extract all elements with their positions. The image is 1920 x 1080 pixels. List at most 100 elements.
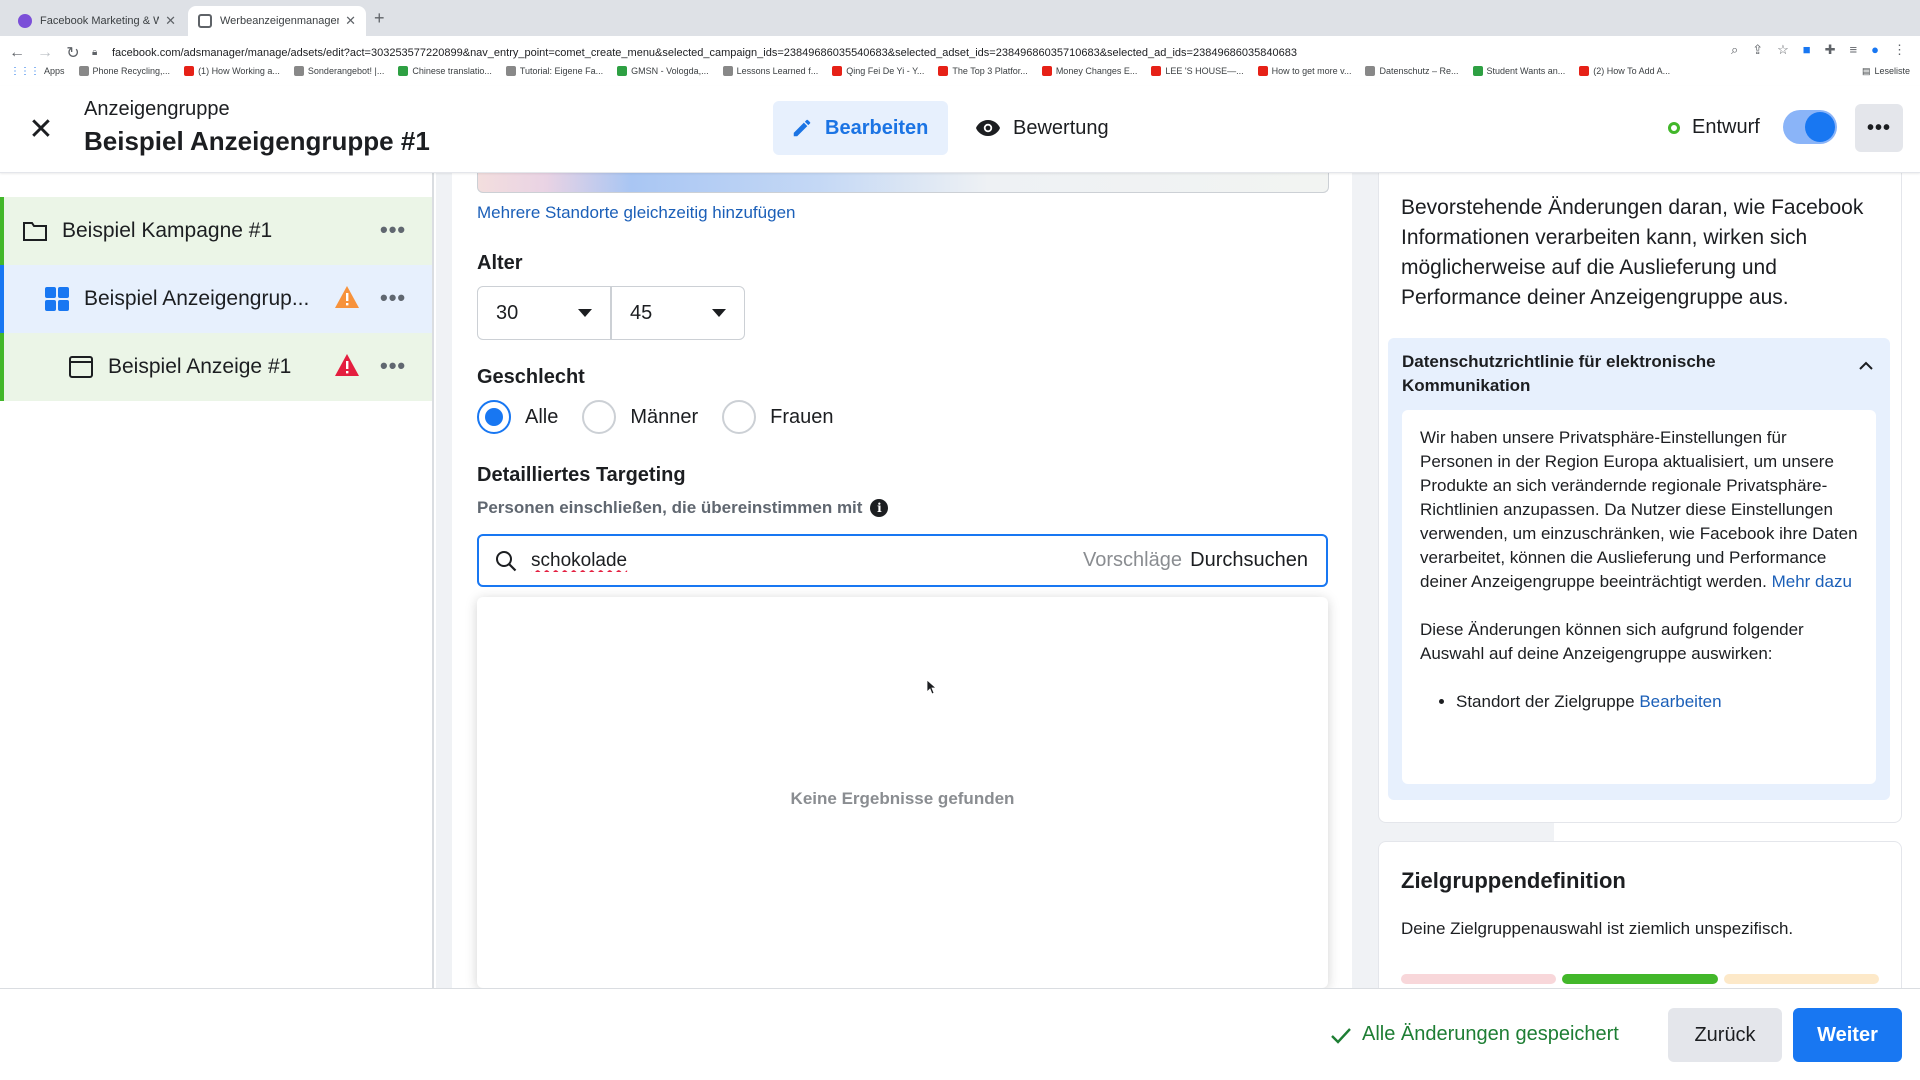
bookmark-item[interactable]: Lessons Learned f... bbox=[722, 66, 818, 76]
bookmark-icon bbox=[1472, 66, 1483, 76]
youtube-icon bbox=[1579, 66, 1590, 76]
more-dots-icon[interactable]: ••• bbox=[380, 285, 406, 311]
suggestions-tab[interactable]: Vorschläge bbox=[1083, 549, 1182, 572]
profile-avatar-icon[interactable]: ● bbox=[1871, 42, 1879, 58]
close-icon[interactable]: ✕ bbox=[26, 115, 56, 146]
bookmark-item[interactable]: Qing Fei De Yi - Y... bbox=[832, 66, 924, 76]
lock-icon: 🔒︎ bbox=[92, 47, 98, 58]
bookmark-item[interactable]: Chinese translatio... bbox=[398, 66, 492, 76]
extensions-puzzle-icon[interactable]: ✚ bbox=[1825, 42, 1836, 58]
browse-tab[interactable]: Durchsuchen bbox=[1190, 549, 1308, 572]
bookmark-label: Leseliste bbox=[1874, 66, 1910, 76]
bookmark-item[interactable]: (1) How Working a... bbox=[184, 66, 280, 76]
info-icon[interactable]: i bbox=[870, 499, 889, 517]
back-button[interactable]: Zurück bbox=[1668, 1008, 1782, 1062]
more-dots-icon[interactable]: ••• bbox=[380, 217, 406, 243]
review-button[interactable]: Bewertung bbox=[975, 101, 1109, 155]
bookmark-star-icon[interactable]: ☆ bbox=[1777, 42, 1789, 58]
browser-menu-icon[interactable]: ⋮ bbox=[1893, 42, 1906, 58]
extension-facebook-icon[interactable]: ■ bbox=[1803, 42, 1811, 58]
audience-definition-text: Deine Zielgruppenauswahl ist ziemlich un… bbox=[1401, 919, 1794, 938]
edit-button-label: Bearbeiten bbox=[825, 116, 929, 139]
privacy-text: Wir haben unsere Privatsphäre-Einstellun… bbox=[1420, 428, 1858, 591]
more-options-button[interactable]: ••• bbox=[1855, 104, 1903, 152]
draft-toggle[interactable] bbox=[1783, 110, 1837, 144]
reading-list-icon: ▤ bbox=[1861, 65, 1871, 76]
bookmark-item[interactable]: Tutorial: Eigene Fa... bbox=[505, 66, 603, 76]
accordion-title[interactable]: Datenschutzrichtlinie für elektronische … bbox=[1402, 350, 1822, 398]
campaign-tree-panel: Beispiel Kampagne #1 ••• Beispiel Anzeig… bbox=[0, 173, 434, 988]
targeting-search-box[interactable]: Vorschläge Durchsuchen bbox=[477, 534, 1328, 587]
youtube-icon bbox=[184, 66, 195, 76]
tree-item-adset[interactable]: Beispiel Anzeigengrup... ••• bbox=[0, 265, 432, 333]
bookmark-item[interactable]: (2) How To Add A... bbox=[1579, 66, 1670, 76]
bookmark-item[interactable]: Student Wants an... bbox=[1472, 66, 1565, 76]
age-max-select[interactable]: 45 bbox=[611, 286, 745, 340]
tree-item-label: Beispiel Anzeige #1 bbox=[108, 355, 292, 378]
bookmark-label: Sonderangebot! |... bbox=[307, 66, 385, 76]
tab-close-icon[interactable]: ✕ bbox=[345, 13, 356, 29]
back-arrow-icon[interactable]: ← bbox=[6, 44, 28, 62]
bookmark-item[interactable]: The Top 3 Platfor... bbox=[938, 66, 1028, 76]
age-min-value: 30 bbox=[496, 301, 519, 324]
browser-tab-bar: Facebook Marketing & Werbea... ✕ Werbean… bbox=[0, 0, 1920, 36]
eye-icon bbox=[976, 120, 1000, 136]
radio-label: Alle bbox=[525, 405, 559, 428]
gender-option-women[interactable]: Frauen bbox=[722, 400, 834, 434]
adsmanager-favicon-icon bbox=[198, 14, 212, 28]
zoom-icon[interactable]: ⌕ bbox=[1731, 42, 1738, 58]
gender-option-all[interactable]: Alle bbox=[477, 400, 558, 434]
targeting-include-label: Personen einschließen, die übereinstimme… bbox=[477, 498, 889, 518]
saved-status-text: Alle Änderungen gespeichert bbox=[1362, 1023, 1619, 1045]
bookmark-item[interactable]: How to get more v... bbox=[1257, 66, 1351, 76]
search-results-dropdown: Keine Ergebnisse gefunden bbox=[477, 597, 1328, 988]
targeting-search-input[interactable] bbox=[531, 549, 1051, 572]
edit-location-link[interactable]: Bearbeiten bbox=[1639, 692, 1721, 711]
radio-selected[interactable] bbox=[477, 400, 511, 434]
bookmark-item[interactable]: Sonderangebot! |... bbox=[293, 66, 385, 76]
add-multiple-locations-link[interactable]: Mehrere Standorte gleichzeitig hinzufüge… bbox=[477, 203, 795, 223]
gender-option-men[interactable]: Männer bbox=[582, 400, 698, 434]
media-icon[interactable]: ≡ bbox=[1850, 42, 1858, 58]
pencil-icon bbox=[793, 119, 811, 137]
status-label: Entwurf bbox=[1692, 116, 1760, 138]
reload-icon[interactable]: ↻ bbox=[62, 43, 84, 63]
bookmark-item[interactable]: LEE 'S HOUSE—... bbox=[1151, 66, 1244, 76]
gender-label: Geschlecht bbox=[477, 366, 585, 388]
next-button[interactable]: Weiter bbox=[1793, 1008, 1902, 1062]
toggle-knob bbox=[1805, 112, 1835, 142]
share-icon[interactable]: ⇪ bbox=[1752, 42, 1763, 58]
caret-down-icon bbox=[712, 309, 726, 317]
bookmark-item[interactable]: Phone Recycling,... bbox=[78, 66, 170, 76]
audience-definition-card: Zielgruppendefinition Deine Zielgruppena… bbox=[1378, 841, 1902, 988]
age-max-value: 45 bbox=[630, 301, 653, 324]
forward-arrow-icon[interactable]: → bbox=[34, 44, 56, 62]
reading-list[interactable]: ▤ Leseliste bbox=[1862, 66, 1910, 77]
age-min-select[interactable]: 30 bbox=[477, 286, 611, 340]
radio[interactable] bbox=[582, 400, 617, 434]
radio-label: Frauen bbox=[770, 405, 834, 428]
browser-tab-adsmanager[interactable]: Werbeanzeigenmanager - Wer... ✕ bbox=[188, 6, 366, 36]
new-tab-button[interactable]: + bbox=[374, 8, 385, 29]
tree-item-campaign[interactable]: Beispiel Kampagne #1 ••• bbox=[0, 197, 432, 265]
radio[interactable] bbox=[722, 400, 757, 434]
bookmark-item[interactable]: GMSN - Vologda,... bbox=[617, 66, 709, 76]
browser-tab-facebook-marketing[interactable]: Facebook Marketing & Werbea... ✕ bbox=[8, 6, 186, 36]
bookmark-item[interactable]: Money Changes E... bbox=[1041, 66, 1137, 76]
page-subtitle: Anzeigengruppe bbox=[84, 98, 230, 120]
youtube-icon bbox=[832, 66, 843, 76]
edit-button[interactable]: Bearbeiten bbox=[773, 101, 948, 155]
learn-more-link[interactable]: Mehr dazu bbox=[1772, 572, 1852, 591]
chevron-up-icon[interactable] bbox=[1858, 358, 1874, 374]
bookmark-label: Qing Fei De Yi - Y... bbox=[846, 66, 925, 76]
warning-icon[interactable] bbox=[334, 285, 360, 309]
error-icon[interactable] bbox=[334, 353, 360, 377]
browser-actions: ⌕ ⇪ ☆ ■ ✚ ≡ ● ⋮ bbox=[1731, 42, 1906, 58]
tab-close-icon[interactable]: ✕ bbox=[165, 13, 176, 29]
bookmark-apps[interactable]: ⋮⋮⋮ Apps bbox=[10, 66, 65, 77]
more-dots-icon[interactable]: ••• bbox=[380, 353, 406, 379]
bookmark-item[interactable]: Datenschutz – Re... bbox=[1365, 66, 1459, 76]
grid-icon bbox=[45, 287, 69, 311]
detailed-targeting-label: Detailliertes Targeting bbox=[477, 464, 686, 486]
tree-item-ad[interactable]: Beispiel Anzeige #1 ••• bbox=[0, 333, 432, 401]
